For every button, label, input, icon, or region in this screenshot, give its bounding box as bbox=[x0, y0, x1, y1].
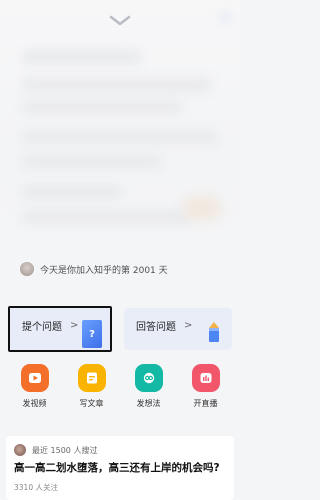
avatar bbox=[20, 262, 34, 276]
ask-question-label: 提个问题 bbox=[22, 322, 62, 333]
article-icon bbox=[77, 364, 106, 392]
recommended-question-card[interactable]: 最近 1500 人搜过 高一高二划水堕落，高三还有上岸的机会吗? 3310 人关… bbox=[6, 436, 234, 500]
ask-question-card[interactable]: 提个问题 > ? bbox=[8, 306, 112, 352]
answer-question-label: 回答问题 bbox=[136, 322, 176, 333]
go-live-label: 开直播 bbox=[193, 399, 218, 408]
go-live-action[interactable]: 开直播 bbox=[181, 364, 231, 412]
write-article-action[interactable]: 写文章 bbox=[67, 364, 117, 412]
post-idea-action[interactable]: 发想法 bbox=[124, 364, 174, 412]
recent-search-count: 最近 1500 人搜过 bbox=[32, 445, 98, 455]
answer-question-card[interactable]: 回答问题 > bbox=[124, 308, 232, 350]
join-days-text: 今天是你加入知乎的第 2001 天 bbox=[40, 265, 168, 276]
collapse-chevron-icon[interactable] bbox=[108, 14, 132, 28]
quick-actions: 发视频 写文章 发想法 开直播 bbox=[0, 364, 240, 412]
write-article-label: 写文章 bbox=[79, 399, 104, 408]
live-icon bbox=[191, 364, 220, 392]
join-info: 今天是你加入知乎的第 2001 天 bbox=[20, 260, 168, 278]
chevron-right-icon: > bbox=[184, 320, 193, 331]
followers-count: 3310 人关注 bbox=[14, 483, 58, 492]
post-video-label: 发视频 bbox=[22, 399, 47, 408]
ask-question-label-row: 提个问题 > bbox=[22, 318, 78, 333]
feed-meta: 最近 1500 人搜过 bbox=[14, 444, 97, 456]
pencil-icon bbox=[209, 322, 219, 342]
chevron-right-icon: > bbox=[70, 320, 79, 331]
post-idea-label: 发想法 bbox=[136, 399, 161, 408]
video-icon bbox=[20, 364, 49, 392]
post-video-action[interactable]: 发视频 bbox=[10, 364, 60, 412]
idea-icon bbox=[134, 364, 163, 392]
top-right-icon bbox=[218, 10, 234, 26]
avatar bbox=[14, 444, 26, 456]
answer-question-label-row: 回答问题 > bbox=[136, 318, 192, 333]
blurred-background bbox=[0, 0, 240, 250]
question-title[interactable]: 高一高二划水堕落，高三还有上岸的机会吗? bbox=[14, 460, 230, 475]
question-book-icon: ? bbox=[82, 320, 102, 348]
